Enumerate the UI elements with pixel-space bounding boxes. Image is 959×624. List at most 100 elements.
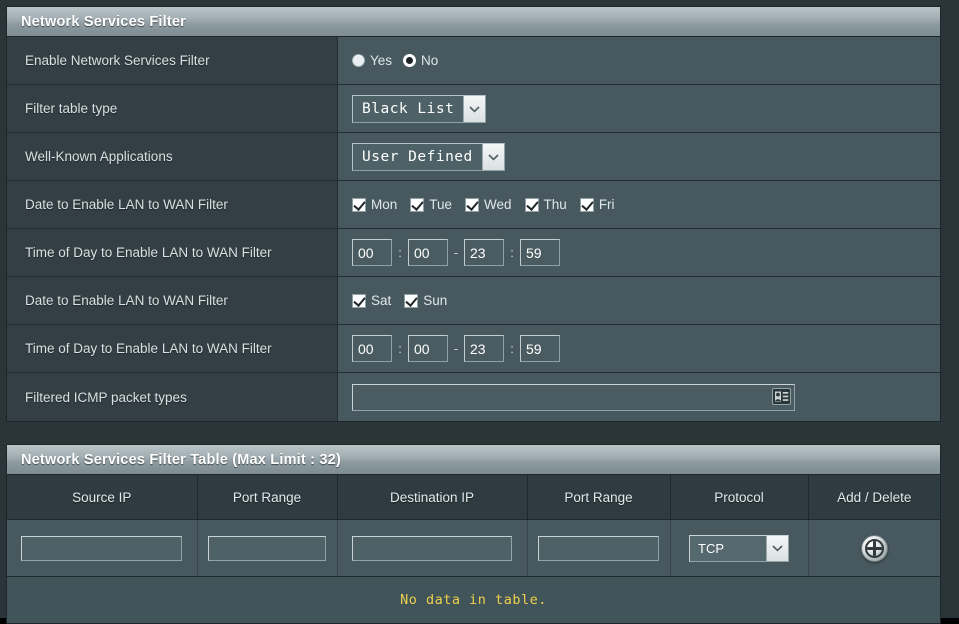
column-header-add-delete: Add / Delete bbox=[808, 475, 940, 520]
checkbox-item-sun[interactable]: Sun bbox=[404, 293, 447, 308]
plus-circle-icon[interactable] bbox=[860, 534, 888, 562]
row-filtered-icmp-packet-types: Filtered ICMP packet types bbox=[7, 373, 940, 421]
empty-table-message: No data in table. bbox=[7, 576, 940, 623]
value-time-weekday: : - : bbox=[338, 229, 940, 276]
radio-no-icon[interactable] bbox=[403, 54, 417, 67]
label-date-weekend: Date to Enable LAN to WAN Filter bbox=[7, 277, 338, 324]
value-date-weekend: Sat Sun bbox=[338, 277, 940, 324]
weekend-time-group: : - : bbox=[352, 335, 560, 362]
row-enable-network-services-filter: Enable Network Services Filter Yes No bbox=[7, 37, 940, 85]
weekend-end-minute-input[interactable] bbox=[520, 335, 560, 362]
destination-port-range-input[interactable] bbox=[538, 535, 659, 561]
time-range-dash: - bbox=[453, 245, 459, 260]
cell-destination-ip bbox=[337, 519, 528, 577]
value-date-weekday: Mon Tue Wed Thu Fri bbox=[338, 181, 940, 228]
radio-yes-icon[interactable] bbox=[352, 54, 365, 67]
time-range-dash: - bbox=[453, 341, 459, 356]
checkbox-item-sat[interactable]: Sat bbox=[352, 293, 391, 308]
checkbox-fri-label: Fri bbox=[598, 197, 615, 212]
weekday-end-hour-input[interactable] bbox=[464, 239, 504, 266]
plus-circle-ring bbox=[864, 538, 884, 558]
checkbox-tue-icon[interactable] bbox=[410, 197, 425, 212]
enable-radio-group: Yes No bbox=[352, 53, 438, 68]
checkbox-sun-label: Sun bbox=[423, 293, 448, 308]
row-filter-table-type: Filter table type Black List bbox=[7, 85, 940, 133]
protocol-value: TCP bbox=[698, 540, 724, 556]
checkbox-item-tue[interactable]: Tue bbox=[410, 197, 452, 212]
chevron-down-icon[interactable] bbox=[463, 95, 486, 122]
checkbox-sun-icon[interactable] bbox=[404, 293, 419, 308]
chevron-down-icon[interactable] bbox=[766, 535, 788, 561]
label-well-known-applications: Well-Known Applications bbox=[7, 133, 338, 180]
column-header-source-ip: Source IP bbox=[7, 475, 198, 520]
cell-destination-port-range bbox=[527, 519, 671, 577]
radio-yes-label: Yes bbox=[370, 53, 393, 68]
label-time-weekend: Time of Day to Enable LAN to WAN Filter bbox=[7, 325, 338, 372]
radio-no-label: No bbox=[421, 53, 439, 68]
checkbox-fri-icon[interactable] bbox=[579, 197, 594, 212]
cell-source-port-range bbox=[197, 519, 338, 577]
column-header-destination-port-range: Port Range bbox=[527, 475, 671, 520]
checkbox-tue-label: Tue bbox=[429, 197, 453, 212]
table-header-row: Source IP Port Range Destination IP Port… bbox=[7, 475, 940, 520]
label-date-weekday: Date to Enable LAN to WAN Filter bbox=[7, 181, 338, 228]
checkbox-thu-icon[interactable] bbox=[524, 197, 539, 212]
row-date-weekday: Date to Enable LAN to WAN Filter Mon Tue… bbox=[7, 181, 940, 229]
label-filtered-icmp-packet-types: Filtered ICMP packet types bbox=[7, 373, 338, 421]
weekday-end-minute-input[interactable] bbox=[520, 239, 560, 266]
checkbox-thu-label: Thu bbox=[543, 197, 567, 212]
label-time-weekday: Time of Day to Enable LAN to WAN Filter bbox=[7, 229, 338, 276]
value-well-known-applications: User Defined bbox=[338, 133, 940, 180]
weekend-start-minute-input[interactable] bbox=[408, 335, 448, 362]
well-known-applications-select[interactable]: User Defined bbox=[352, 142, 505, 171]
row-date-weekend: Date to Enable LAN to WAN Filter Sat Sun bbox=[7, 277, 940, 325]
label-filter-table-type: Filter table type bbox=[7, 85, 338, 132]
value-time-weekend: : - : bbox=[338, 325, 940, 372]
column-header-source-port-range: Port Range bbox=[197, 475, 338, 520]
checkbox-wed-icon[interactable] bbox=[465, 197, 480, 212]
checkbox-mon-icon[interactable] bbox=[352, 197, 366, 212]
network-services-filter-table-panel: Network Services Filter Table (Max Limit… bbox=[6, 444, 941, 624]
destination-ip-input[interactable] bbox=[351, 535, 513, 561]
row-time-weekend: Time of Day to Enable LAN to WAN Filter … bbox=[7, 325, 940, 373]
filter-table: Source IP Port Range Destination IP Port… bbox=[7, 475, 940, 623]
router-settings-page: Network Services Filter Enable Network S… bbox=[0, 0, 959, 624]
time-colon-separator: : bbox=[510, 341, 514, 356]
checkbox-sat-label: Sat bbox=[371, 293, 392, 308]
checkbox-item-mon[interactable]: Mon bbox=[352, 197, 397, 212]
label-enable-network-services-filter: Enable Network Services Filter bbox=[7, 37, 338, 84]
column-header-protocol: Protocol bbox=[670, 475, 809, 520]
radio-option-yes[interactable]: Yes bbox=[352, 53, 392, 68]
weekday-time-group: : - : bbox=[352, 239, 560, 266]
weekday-checkbox-group: Mon Tue Wed Thu Fri bbox=[352, 197, 615, 212]
source-port-range-input[interactable] bbox=[208, 535, 326, 561]
icmp-packet-types-input[interactable] bbox=[352, 383, 795, 411]
time-colon-separator: : bbox=[398, 341, 402, 356]
chevron-down-icon[interactable] bbox=[481, 143, 504, 170]
protocol-select[interactable]: TCP bbox=[689, 534, 789, 562]
checkbox-sat-icon[interactable] bbox=[352, 293, 366, 308]
checkbox-item-thu[interactable]: Thu bbox=[524, 197, 567, 212]
weekend-start-hour-input[interactable] bbox=[352, 335, 392, 362]
weekday-start-hour-input[interactable] bbox=[352, 239, 392, 266]
row-time-weekday: Time of Day to Enable LAN to WAN Filter … bbox=[7, 229, 940, 277]
cell-add-delete bbox=[808, 519, 940, 577]
value-filter-table-type: Black List bbox=[338, 85, 940, 132]
value-filtered-icmp-packet-types bbox=[338, 373, 940, 421]
checkbox-item-fri[interactable]: Fri bbox=[579, 197, 615, 212]
column-header-destination-ip: Destination IP bbox=[337, 475, 528, 520]
weekend-end-hour-input[interactable] bbox=[464, 335, 504, 362]
filter-table-type-select[interactable]: Black List bbox=[352, 94, 487, 123]
contact-card-icon[interactable] bbox=[772, 387, 791, 405]
radio-option-no[interactable]: No bbox=[403, 53, 438, 68]
cell-source-ip bbox=[7, 519, 198, 577]
source-ip-input[interactable] bbox=[21, 535, 183, 561]
checkbox-item-wed[interactable]: Wed bbox=[465, 197, 512, 212]
filter-table-type-value: Black List bbox=[362, 100, 455, 117]
panel-title: Network Services Filter bbox=[7, 7, 940, 37]
table-panel-title: Network Services Filter Table (Max Limit… bbox=[7, 445, 940, 475]
row-well-known-applications: Well-Known Applications User Defined bbox=[7, 133, 940, 181]
time-colon-separator: : bbox=[510, 245, 514, 260]
icmp-input-wrapper bbox=[352, 383, 795, 411]
weekday-start-minute-input[interactable] bbox=[408, 239, 448, 266]
